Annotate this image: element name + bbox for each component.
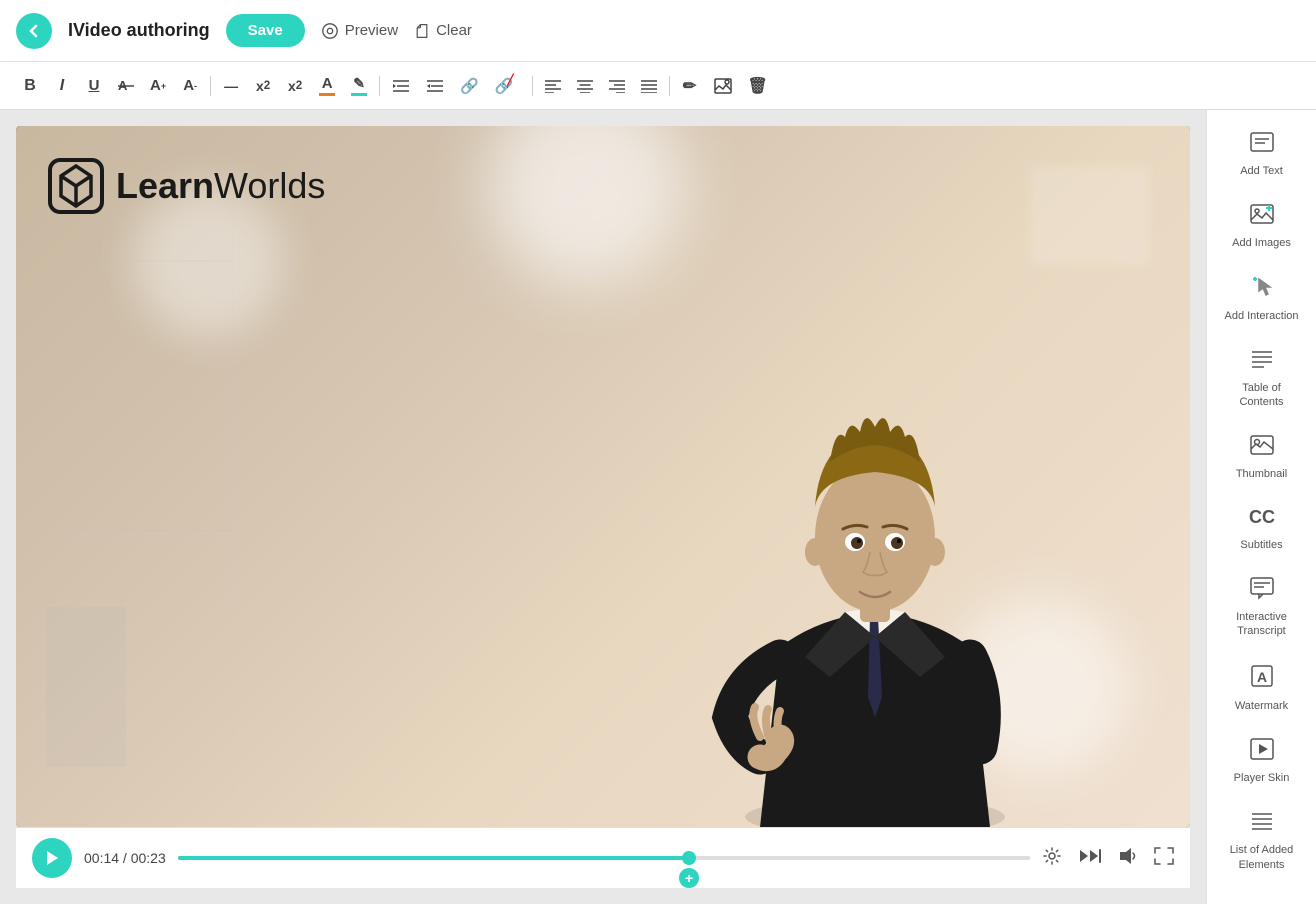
- preview-button[interactable]: Preview: [321, 22, 398, 40]
- sidebar-item-player-skin[interactable]: Player Skin: [1217, 727, 1307, 795]
- save-button[interactable]: Save: [226, 14, 305, 47]
- fullscreen-button[interactable]: [1154, 847, 1174, 870]
- play-button[interactable]: [32, 838, 72, 878]
- add-images-label: Add Images: [1232, 236, 1291, 250]
- add-images-icon: [1249, 202, 1275, 232]
- indent-button[interactable]: [386, 74, 416, 98]
- add-text-icon: [1249, 130, 1275, 160]
- highlight-button[interactable]: ✎: [345, 71, 373, 100]
- text-formatting-toolbar: B I U A A+ A- — x2 x2 A ✎ 🔗 🔗╱ ✏: [0, 62, 1316, 110]
- font-color-button[interactable]: A: [313, 71, 341, 100]
- align-center-button[interactable]: [571, 75, 599, 97]
- link-button[interactable]: 🔗: [454, 73, 485, 99]
- align-justify-button[interactable]: [635, 75, 663, 97]
- time-display: 00:14 / 00:23: [84, 850, 166, 866]
- control-icons: [1042, 846, 1174, 871]
- subtitles-icon: CC: [1247, 506, 1277, 534]
- watermark-label: Watermark: [1235, 699, 1288, 713]
- list-of-added-elements-label: List of Added Elements: [1225, 843, 1299, 872]
- video-area: LearnWorlds: [0, 110, 1206, 904]
- list-of-added-elements-icon: [1249, 809, 1275, 839]
- sidebar-item-thumbnail[interactable]: Thumbnail: [1217, 423, 1307, 491]
- video-controls: 00:14 / 00:23 +: [16, 827, 1190, 888]
- logo-text: LearnWorlds: [116, 165, 325, 207]
- player-skin-label: Player Skin: [1234, 771, 1290, 785]
- insert-image-button[interactable]: [708, 74, 738, 98]
- table-of-contents-icon: [1249, 347, 1275, 377]
- add-marker-button[interactable]: +: [679, 868, 699, 888]
- align-left-button[interactable]: [539, 75, 567, 97]
- preview-label: Preview: [345, 22, 398, 39]
- thumbnail-icon: [1249, 433, 1275, 463]
- separator: [669, 76, 670, 96]
- watermark-icon: A: [1249, 663, 1275, 695]
- player-skin-icon: [1249, 737, 1275, 767]
- unlink-button[interactable]: 🔗╱: [489, 73, 526, 99]
- add-interaction-icon: [1249, 275, 1275, 305]
- back-button[interactable]: [16, 13, 52, 49]
- italic-button[interactable]: I: [48, 73, 76, 99]
- sidebar-item-add-text[interactable]: Add Text: [1217, 120, 1307, 188]
- dash-button[interactable]: —: [217, 74, 245, 98]
- progress-thumb[interactable]: [682, 851, 696, 865]
- clear-label: Clear: [436, 22, 472, 39]
- sidebar-item-subtitles[interactable]: CC Subtitles: [1217, 496, 1307, 562]
- separator: [532, 76, 533, 96]
- font-smaller-button[interactable]: A-: [176, 73, 204, 98]
- superscript-button[interactable]: x2: [281, 74, 309, 98]
- progress-bar-container[interactable]: +: [178, 848, 1030, 868]
- svg-text:CC: CC: [1249, 507, 1275, 527]
- delete-button[interactable]: 🗑: [742, 72, 774, 100]
- logo-area: LearnWorlds: [46, 156, 325, 216]
- progress-fill: [178, 856, 689, 860]
- table-of-contents-label: Table of Contents: [1225, 381, 1299, 410]
- svg-text:A: A: [1257, 669, 1267, 685]
- speed-button[interactable]: [1078, 847, 1102, 870]
- eraser-button[interactable]: ✏: [676, 72, 704, 100]
- video-frame: LearnWorlds: [16, 126, 1190, 827]
- add-interaction-label: Add Interaction: [1225, 309, 1299, 323]
- main-layout: LearnWorlds: [0, 110, 1316, 904]
- interactive-transcript-label: Interactive Transcript: [1225, 610, 1299, 639]
- settings-button[interactable]: [1042, 846, 1062, 871]
- clear-button[interactable]: Clear: [414, 22, 472, 39]
- subscript-button[interactable]: x2: [249, 74, 277, 98]
- progress-track: [178, 856, 1030, 860]
- outdent-button[interactable]: [420, 74, 450, 98]
- sidebar-item-table-of-contents[interactable]: Table of Contents: [1217, 337, 1307, 420]
- strikethrough-button[interactable]: A: [112, 74, 140, 98]
- sidebar-item-watermark[interactable]: A Watermark: [1217, 653, 1307, 723]
- thumbnail-label: Thumbnail: [1236, 467, 1287, 481]
- subtitles-label: Subtitles: [1240, 538, 1282, 552]
- header: IVideo authoring Save Preview Clear: [0, 0, 1316, 62]
- right-sidebar: Add Text Add Images Add Interaction Tabl…: [1206, 110, 1316, 904]
- underline-button[interactable]: U: [80, 73, 108, 98]
- align-right-button[interactable]: [603, 75, 631, 97]
- bold-button[interactable]: B: [16, 73, 44, 99]
- interactive-transcript-icon: [1249, 576, 1275, 606]
- font-larger-button[interactable]: A+: [144, 73, 172, 98]
- sidebar-item-add-interaction[interactable]: Add Interaction: [1217, 265, 1307, 333]
- video-container: LearnWorlds: [16, 126, 1190, 827]
- separator: [379, 76, 380, 96]
- sidebar-item-interactive-transcript[interactable]: Interactive Transcript: [1217, 566, 1307, 649]
- sidebar-item-list-of-added-elements[interactable]: List of Added Elements: [1217, 799, 1307, 882]
- sidebar-item-add-images[interactable]: Add Images: [1217, 192, 1307, 260]
- volume-button[interactable]: [1118, 847, 1138, 870]
- app-title: IVideo authoring: [68, 20, 210, 41]
- separator: [210, 76, 211, 96]
- add-text-label: Add Text: [1240, 164, 1283, 178]
